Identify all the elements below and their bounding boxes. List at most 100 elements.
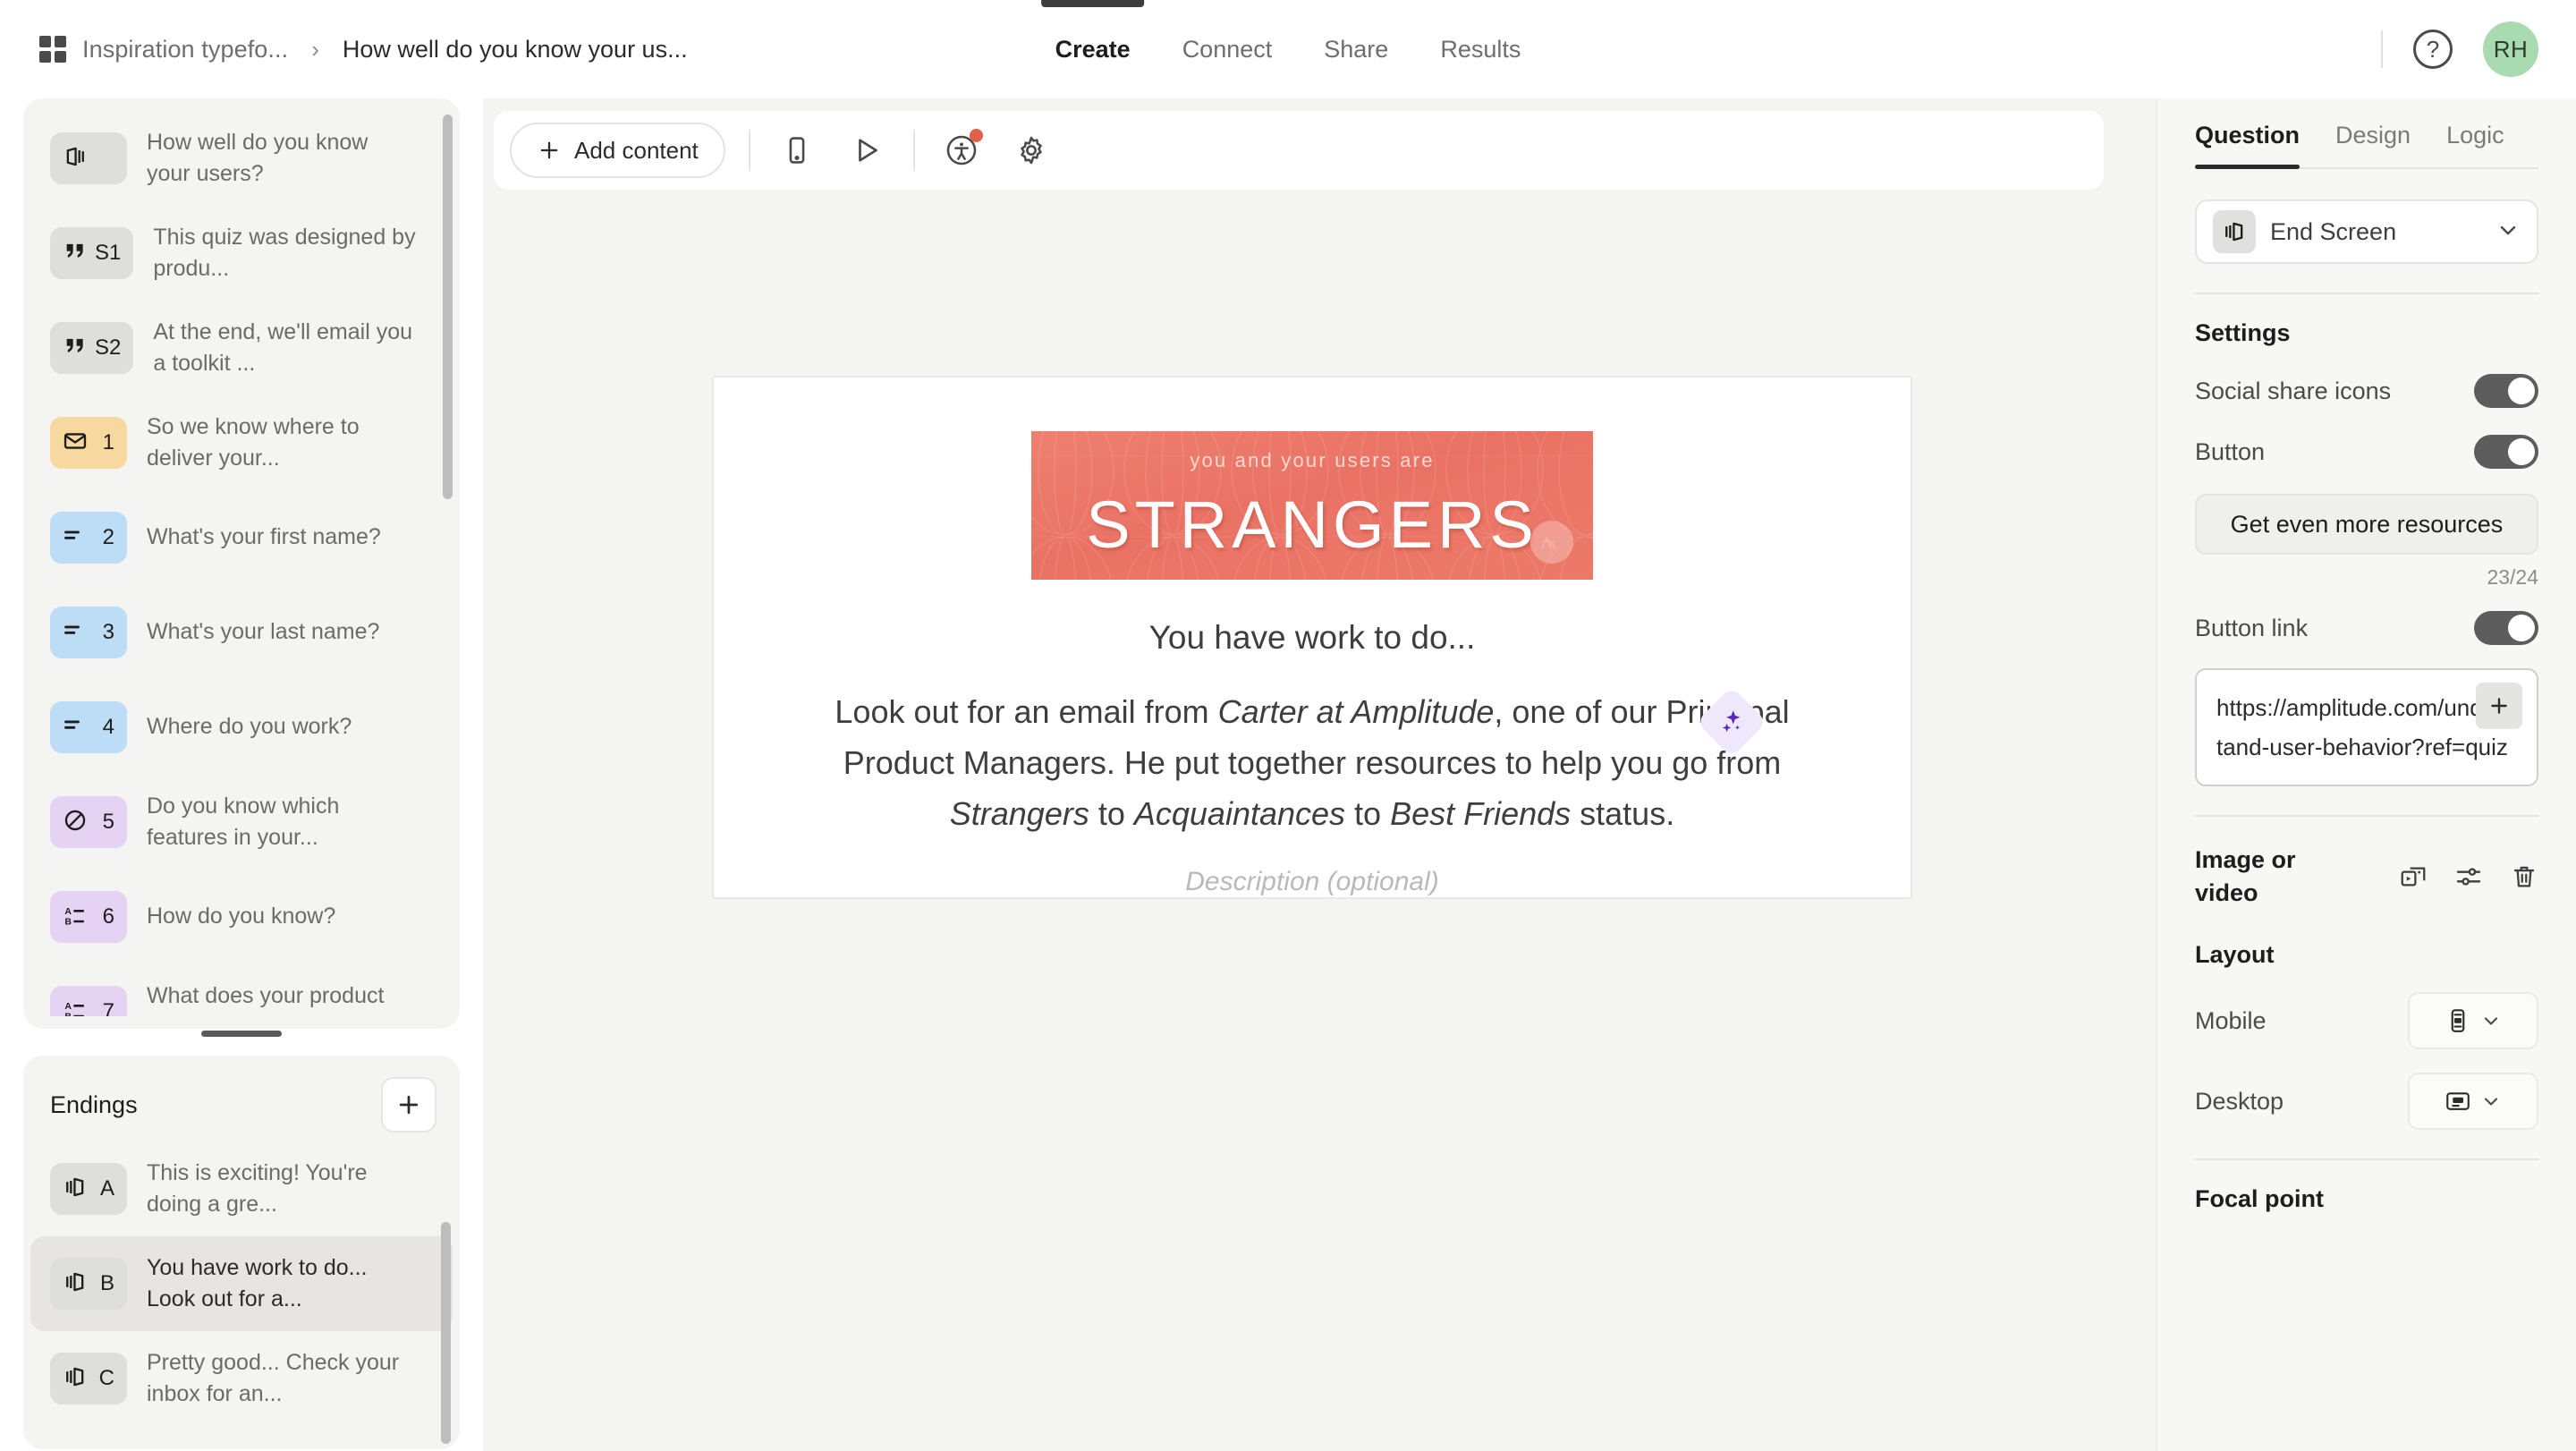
nav-tab-share[interactable]: Share [1324,0,1388,98]
avatar[interactable]: RH [2483,21,2538,77]
question-list-item[interactable]: 4 Where do you work? [30,680,453,775]
desktop-label: Desktop [2195,1087,2284,1115]
question-label: What's your last name? [147,619,380,645]
divider [2195,815,2538,818]
divider [2381,30,2383,68]
question-label: What's your first name? [147,524,381,550]
delete-media-icon[interactable] [2510,862,2538,891]
divider [912,130,915,171]
welcome-screen-icon [63,144,88,174]
endings-list[interactable]: A This is exciting! You're doing a gre...… [23,1141,460,1426]
question-list-item[interactable]: 1 So we know where to deliver your... [30,395,453,490]
sidebar-resize-handle[interactable] [201,1031,282,1037]
body-text-emphasis: Strangers [949,795,1089,833]
multiple-choice-icon: AB [63,997,88,1016]
endings-title: Endings [50,1090,138,1118]
replace-media-icon[interactable] [2399,862,2428,891]
question-badge: 4 [50,701,127,753]
hero-image[interactable]: you and your users are STRANGERS [1031,431,1593,581]
question-badge-number: S1 [95,241,122,265]
endings-scrollbar[interactable] [441,1222,451,1444]
question-list-item[interactable]: 3 What's your last name? [30,585,453,680]
short-text-icon [63,713,88,742]
question-list-item[interactable]: S1 This quiz was designed by produ... [30,206,453,301]
main-nav-tabs: Create Connect Share Results [1055,0,1521,98]
button-text-input[interactable]: Get even more resources [2195,494,2538,555]
right-panel: Question Design Logic End Screen Setting… [2156,98,2576,1451]
question-list-item[interactable]: 5 Do you know which features in your... [30,775,453,870]
question-badge: 5 [50,796,127,848]
ending-badge-letter: B [99,1271,114,1295]
card-body-text[interactable]: Look out for an email from Carter at Amp… [784,687,1840,840]
image-or-video-row: Image or video [2195,844,2538,909]
endings-header: Endings [23,1056,460,1141]
nav-tab-connect[interactable]: Connect [1182,0,1273,98]
hero-kicker: you and your users are [1190,448,1435,471]
question-list-item[interactable]: 2 What's your first name? [30,490,453,585]
play-preview-icon[interactable] [843,127,890,174]
mobile-layout-select[interactable] [2408,992,2538,1050]
button-link-row: Button link [2195,611,2538,645]
breadcrumb-current[interactable]: How well do you know your us... [343,36,688,64]
button-toggle[interactable] [2474,435,2538,469]
ending-badge: C [50,1353,127,1404]
question-type-value: End Screen [2270,217,2397,245]
help-icon[interactable]: ? [2413,30,2453,69]
layout-title: Layout [2195,941,2275,969]
accessibility-icon[interactable] [938,127,985,174]
question-list-item[interactable]: S2 At the end, we'll email you a toolkit … [30,301,453,395]
button-link-value: https://amplitude.com/understand-user-be… [2216,694,2515,761]
settings-gear-icon[interactable] [1008,127,1055,174]
nav-tab-results[interactable]: Results [1440,0,1521,98]
question-badge: 3 [50,607,127,658]
tab-logic[interactable]: Logic [2446,122,2504,169]
tab-question[interactable]: Question [2195,122,2301,169]
body-text-segment: status. [1571,795,1675,833]
ending-list-item[interactable]: C Pretty good... Check your inbox for an.… [30,1331,453,1426]
adjust-media-icon[interactable] [2454,862,2483,891]
button-link-toggle[interactable] [2474,611,2538,645]
question-list-item[interactable]: How well do you know your users? [30,111,453,206]
button-label: Button [2195,437,2266,465]
add-variable-button[interactable] [2476,683,2522,729]
mobile-preview-icon[interactable] [774,127,820,174]
endings-panel: Endings A This is exciting! You're doing … [23,1056,460,1449]
nav-tab-create[interactable]: Create [1055,0,1131,98]
svg-text:A: A [64,1000,72,1011]
questions-scrollbar[interactable] [443,115,453,499]
divider [2195,1158,2538,1161]
question-badge-number: 1 [102,430,114,454]
body-text-segment: Look out for an email from [835,693,1218,731]
tab-design[interactable]: Design [2335,122,2411,169]
workspace-grid-icon[interactable] [39,36,66,63]
question-list-item[interactable]: A B 6 How do you know? [30,870,453,964]
question-list-item[interactable]: AB 7 What does your product team do... [30,964,453,1016]
card-title[interactable]: You have work to do... [1149,619,1476,657]
questions-list[interactable]: How well do you know your users? S1 This q… [23,111,460,1016]
desktop-layout-select[interactable] [2408,1073,2538,1131]
question-label: How well do you know your users? [147,129,369,187]
body-text-emphasis: Carter at Amplitude [1217,693,1495,731]
question-badge: 2 [50,512,127,564]
breadcrumb-workspace[interactable]: Inspiration typefo... [82,36,288,64]
questions-panel: How well do you know your users? S1 This q… [23,98,460,1029]
body-text-segment: to [1345,795,1391,833]
question-badge-number: 3 [102,620,114,644]
question-type-select[interactable]: End Screen [2195,199,2538,264]
ending-list-item[interactable]: A This is exciting! You're doing a gre... [30,1141,453,1236]
desktop-layout-row: Desktop [2195,1073,2538,1131]
question-badge: AB 6 [50,891,127,943]
question-label: This quiz was designed by produ... [153,224,416,282]
social-share-toggle[interactable] [2474,374,2538,408]
question-badge-number: S2 [95,335,122,360]
button-link-input[interactable]: https://amplitude.com/understand-user-be… [2195,668,2538,787]
ending-list-item[interactable]: B You have work to do... Look out for a..… [30,1236,453,1331]
question-label: What does your product team do... [147,982,385,1017]
add-ending-button[interactable] [381,1077,436,1133]
right-panel-tabs: Question Design Logic [2195,98,2538,169]
add-content-button[interactable]: Add content [510,123,725,178]
short-text-icon [63,618,88,648]
description-placeholder[interactable]: Description (optional) [1185,867,1438,897]
end-screen-icon [63,1364,88,1394]
statement-icon [63,239,88,268]
